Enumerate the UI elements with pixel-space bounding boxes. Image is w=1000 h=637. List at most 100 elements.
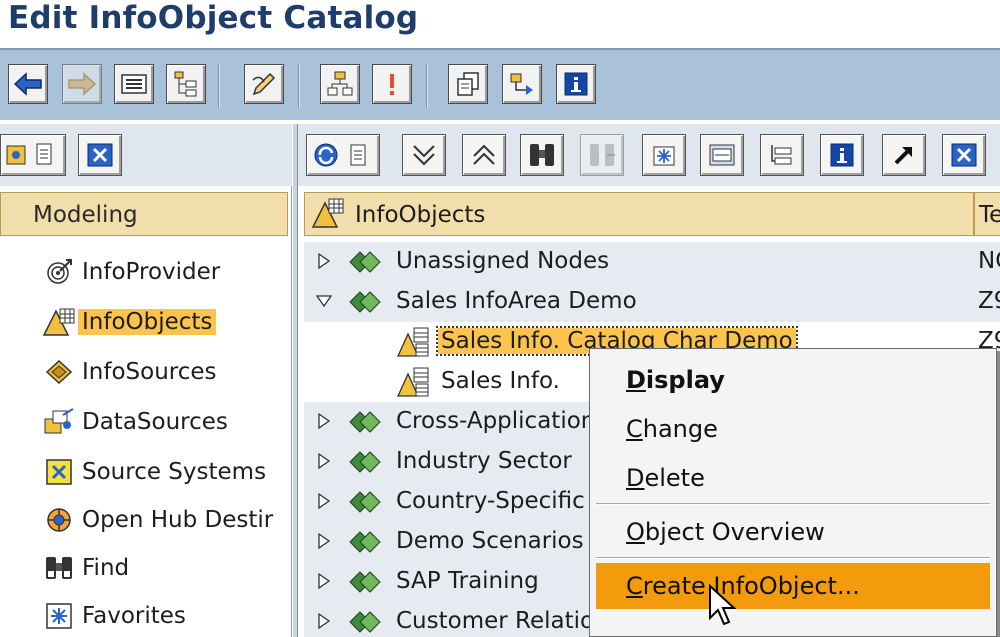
collapse-all-button[interactable] — [462, 134, 506, 176]
technical-name-column-header[interactable]: Te — [974, 192, 1000, 236]
tree-node-label: Unassigned Nodes — [396, 248, 610, 274]
collapse-icon — [473, 144, 495, 165]
infoobjects-column-header[interactable]: InfoObjects — [304, 192, 974, 236]
menu-item-delete[interactable]: Delete — [596, 455, 990, 501]
expand-triangle-icon[interactable] — [314, 450, 334, 472]
mouse-cursor-icon — [708, 583, 737, 632]
edit-button[interactable] — [244, 64, 284, 104]
infoarea-icon — [348, 526, 384, 558]
create-icon — [653, 146, 675, 166]
display-icon — [709, 144, 735, 166]
expand-triangle-icon[interactable] — [314, 530, 334, 552]
find-next-button[interactable] — [580, 134, 624, 176]
nav-item-label: Find — [82, 555, 130, 581]
left-navigation-panel: Modeling InfoProvider InfoObjects InfoSo… — [0, 124, 292, 637]
menu-item-display[interactable]: Display — [596, 357, 990, 403]
expand-triangle-icon[interactable] — [314, 570, 334, 592]
close-icon — [87, 143, 113, 167]
expand-triangle-icon[interactable] — [314, 250, 334, 272]
refresh-icon — [314, 143, 366, 167]
menu-item-label: Delete — [596, 464, 705, 492]
nav-item-infosources[interactable]: InfoSources — [40, 352, 221, 392]
list-button[interactable] — [114, 64, 154, 104]
left-close-button[interactable] — [78, 134, 122, 176]
find-button[interactable] — [520, 134, 564, 176]
infosources-icon — [40, 354, 78, 390]
nav-item-infoprovider[interactable]: InfoProvider — [40, 252, 224, 292]
tree-node-label: Industry Sector — [396, 448, 572, 474]
modeling-header-label: Modeling — [33, 202, 138, 228]
expand-triangle-icon[interactable] — [314, 490, 334, 512]
tree-node-label: Sales InfoArea Demo — [396, 288, 637, 314]
forward-icon — [68, 72, 97, 96]
tree-row[interactable]: Unassigned Nodes NO — [304, 242, 1000, 282]
tree-settings-icon — [771, 145, 792, 165]
toolbar-separator — [426, 64, 428, 108]
menu-item-mnemonic: D — [626, 464, 645, 492]
tree-row[interactable]: Sales InfoArea Demo Z9 — [304, 282, 1000, 322]
hierarchy-button[interactable] — [166, 64, 206, 104]
tree-settings-button[interactable] — [760, 134, 804, 176]
expand-triangle-icon[interactable] — [314, 610, 334, 632]
nav-item-infoobjects[interactable]: InfoObjects — [40, 302, 217, 342]
nav-item-label: DataSources — [82, 409, 228, 435]
title-bar: Edit InfoObject Catalog — [0, 0, 1000, 46]
binoculars-icon — [530, 144, 554, 166]
technical-name: NO — [978, 248, 1000, 274]
menu-item-text: bject Overview — [644, 518, 825, 546]
menu-item-text: elete — [644, 464, 705, 492]
expand-icon — [413, 145, 435, 166]
nav-item-open-hub[interactable]: Open Hub Destir — [40, 500, 277, 540]
info-button[interactable] — [372, 64, 412, 104]
menu-item-label: Change — [596, 415, 718, 443]
close-icon — [951, 143, 977, 167]
infoarea-icon — [348, 286, 384, 318]
tree-node-label: Cross-Application — [396, 408, 596, 434]
jump-button[interactable] — [882, 134, 926, 176]
infoobjects-icon — [40, 304, 78, 340]
menu-item-text: hange — [642, 415, 718, 443]
left-menu-button[interactable] — [0, 134, 66, 176]
left-toolbar — [0, 124, 292, 186]
menu-item-text: isplay — [645, 366, 725, 394]
nav-item-find[interactable]: Find — [40, 548, 133, 588]
object-tree-icon — [327, 71, 353, 96]
menu-item-label: Display — [596, 366, 725, 394]
back-button[interactable] — [8, 64, 48, 104]
modeling-header[interactable]: Modeling — [0, 192, 288, 236]
menu-item-create-infoobject[interactable]: Create InfoObject... — [596, 563, 990, 609]
nav-item-source-systems[interactable]: Source Systems — [40, 452, 270, 492]
object-tree-button[interactable] — [320, 64, 360, 104]
display-button[interactable] — [700, 134, 744, 176]
copy-button[interactable] — [448, 64, 488, 104]
nav-item-label: InfoObjects — [78, 309, 217, 335]
favorites-icon — [40, 598, 78, 634]
collapse-triangle-icon[interactable] — [314, 290, 334, 312]
expand-triangle-icon[interactable] — [314, 410, 334, 432]
menu-item-change[interactable]: Change — [596, 406, 990, 452]
tree-info-button[interactable] — [820, 134, 864, 176]
nav-item-label: Source Systems — [82, 459, 267, 485]
menu-item-object-overview[interactable]: Object Overview — [596, 509, 990, 555]
source-systems-icon — [40, 454, 78, 490]
forward-button[interactable] — [62, 64, 102, 104]
tree-close-button[interactable] — [942, 134, 986, 176]
tools-menu-icon — [6, 143, 52, 165]
information-icon — [830, 143, 854, 167]
nav-item-datasources[interactable]: DataSources — [40, 402, 232, 442]
datasources-icon — [40, 404, 78, 440]
refresh-button[interactable] — [306, 134, 380, 176]
open-hub-icon — [40, 502, 78, 538]
nav-item-label: Favorites — [82, 603, 186, 629]
navigate-button[interactable] — [502, 64, 542, 104]
information-button[interactable] — [556, 64, 596, 104]
back-icon — [13, 72, 42, 96]
toolbar-separator — [298, 64, 300, 108]
infoprovider-icon — [40, 254, 78, 290]
expand-all-button[interactable] — [402, 134, 446, 176]
menu-separator — [596, 557, 990, 559]
nav-item-favorites[interactable]: Favorites — [40, 596, 190, 636]
tree-node-label: SAP Training — [396, 568, 539, 594]
create-button[interactable] — [642, 134, 686, 176]
menu-item-mnemonic: O — [626, 518, 645, 546]
